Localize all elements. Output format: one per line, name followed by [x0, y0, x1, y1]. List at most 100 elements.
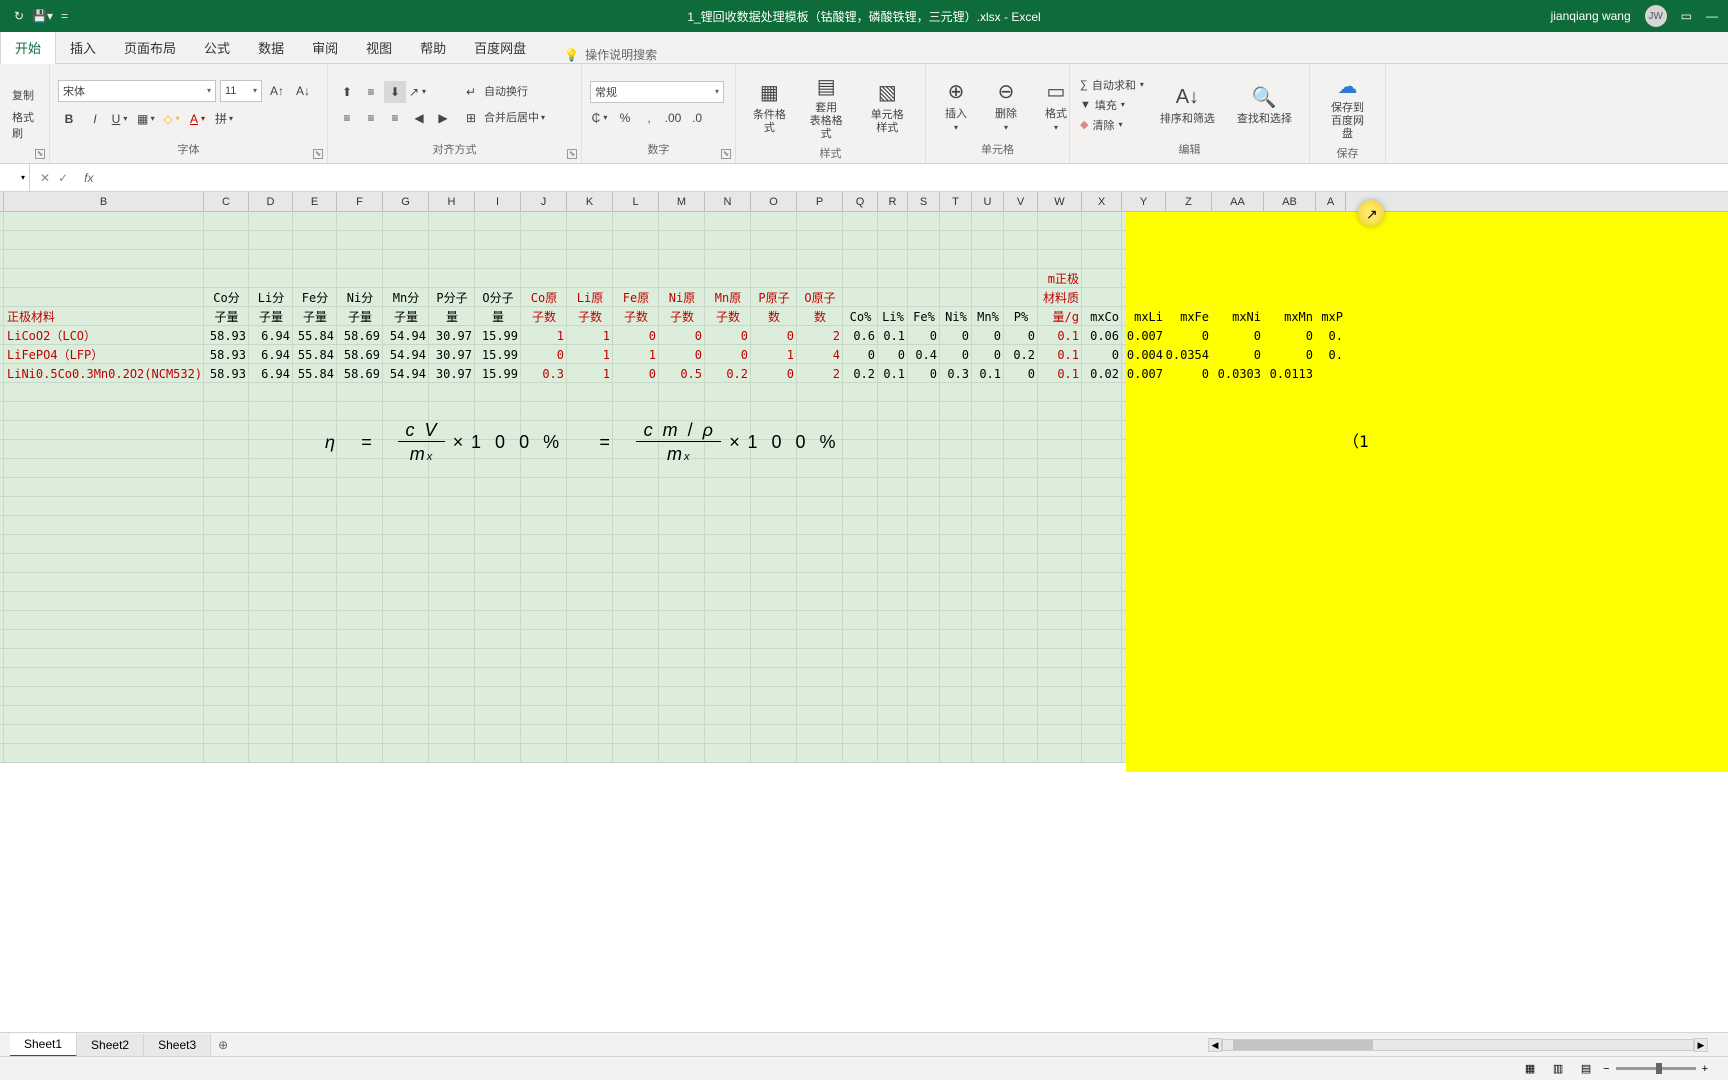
- cancel-formula-icon[interactable]: ✕: [40, 171, 50, 185]
- underline-button[interactable]: U▾: [110, 108, 132, 130]
- cell[interactable]: 54.94: [383, 326, 429, 345]
- tab-formulas[interactable]: 公式: [190, 32, 244, 63]
- cell[interactable]: O分子: [475, 288, 521, 307]
- font-name-select[interactable]: 宋体▾: [58, 80, 216, 102]
- cell[interactable]: Fe%: [908, 307, 940, 326]
- cell[interactable]: 30.97: [429, 326, 475, 345]
- cell[interactable]: 0.02: [1082, 364, 1122, 383]
- col-header-F[interactable]: F: [337, 192, 383, 211]
- avatar[interactable]: JW: [1645, 5, 1667, 27]
- cell[interactable]: 子量: [337, 307, 383, 326]
- decrease-decimal-icon[interactable]: .0: [686, 107, 708, 129]
- cell[interactable]: mxLi: [1122, 307, 1166, 326]
- table-format-button[interactable]: ▤套用 表格格式: [801, 68, 852, 145]
- increase-font-icon[interactable]: A↑: [266, 80, 288, 102]
- cell[interactable]: 0: [972, 345, 1004, 364]
- cell[interactable]: 0: [972, 326, 1004, 345]
- cell[interactable]: 0.1: [1038, 326, 1082, 345]
- align-launcher[interactable]: ⬊: [567, 149, 577, 159]
- cell[interactable]: 15.99: [475, 326, 521, 345]
- cell[interactable]: 0: [1166, 364, 1212, 383]
- currency-icon[interactable]: ₵▾: [590, 107, 612, 129]
- cell-styles-button[interactable]: ▧单元格样式: [858, 75, 917, 139]
- cell[interactable]: 0.1: [972, 364, 1004, 383]
- font-color-button[interactable]: A▾: [188, 108, 210, 130]
- sheet-tab-1[interactable]: Sheet1: [10, 1033, 77, 1057]
- cell[interactable]: 6.94: [249, 364, 293, 383]
- cell[interactable]: 量/g: [1038, 307, 1082, 326]
- clipboard-launcher[interactable]: ⬊: [35, 149, 45, 159]
- cell[interactable]: 58.93: [204, 364, 249, 383]
- cell[interactable]: 0: [878, 345, 908, 364]
- cell[interactable]: 0.: [1316, 345, 1346, 364]
- sheet-tab-3[interactable]: Sheet3: [144, 1034, 211, 1056]
- col-header-N[interactable]: N: [705, 192, 751, 211]
- cell[interactable]: 55.84: [293, 364, 337, 383]
- fill-color-button[interactable]: ◇▾: [162, 108, 184, 130]
- col-header-Y[interactable]: Y: [1122, 192, 1166, 211]
- tab-view[interactable]: 视图: [352, 32, 406, 63]
- fx-icon[interactable]: fx: [78, 171, 99, 185]
- delete-cells-button[interactable]: ⊖删除▾: [984, 74, 1028, 136]
- cell[interactable]: 0.1: [1038, 345, 1082, 364]
- col-header-K[interactable]: K: [567, 192, 613, 211]
- cell[interactable]: Co原: [521, 288, 567, 307]
- tab-home[interactable]: 开始: [0, 31, 56, 64]
- align-left-icon[interactable]: ≡: [336, 107, 358, 129]
- scroll-thumb[interactable]: [1233, 1040, 1373, 1050]
- number-launcher[interactable]: ⬊: [721, 149, 731, 159]
- cell[interactable]: Li%: [878, 307, 908, 326]
- cell[interactable]: Mn分: [383, 288, 429, 307]
- cell[interactable]: 0: [908, 326, 940, 345]
- cell[interactable]: Mn原: [705, 288, 751, 307]
- cell[interactable]: 0: [940, 345, 972, 364]
- cell[interactable]: 0.5: [659, 364, 705, 383]
- cell[interactable]: 0: [705, 345, 751, 364]
- cell[interactable]: 4: [797, 345, 843, 364]
- cell[interactable]: 1: [567, 345, 613, 364]
- cell[interactable]: 6.94: [249, 345, 293, 364]
- normal-view-icon[interactable]: ▦: [1519, 1060, 1541, 1078]
- col-header-V[interactable]: V: [1004, 192, 1038, 211]
- tab-help[interactable]: 帮助: [406, 32, 460, 63]
- cell[interactable]: mxNi: [1212, 307, 1264, 326]
- clear-button[interactable]: ◆清除▾: [1078, 116, 1146, 134]
- align-right-icon[interactable]: ≡: [384, 107, 406, 129]
- cell[interactable]: 0.007: [1122, 326, 1166, 345]
- tab-insert[interactable]: 插入: [56, 32, 110, 63]
- cell[interactable]: 子量: [204, 307, 249, 326]
- cell[interactable]: 15.99: [475, 364, 521, 383]
- col-header-I[interactable]: I: [475, 192, 521, 211]
- cell[interactable]: 子数: [521, 307, 567, 326]
- enter-formula-icon[interactable]: ✓: [58, 171, 68, 185]
- col-header-X[interactable]: X: [1082, 192, 1122, 211]
- col-header-D[interactable]: D: [249, 192, 293, 211]
- align-middle-icon[interactable]: ≡: [360, 81, 382, 103]
- cell[interactable]: 0.2: [1004, 345, 1038, 364]
- column-headers[interactable]: BCDEFGHIJKLMNOPQRSTUVWXYZAAABA: [0, 192, 1728, 212]
- cell[interactable]: Ni分: [337, 288, 383, 307]
- cell[interactable]: Fe原: [613, 288, 659, 307]
- cell[interactable]: Co%: [843, 307, 878, 326]
- cell[interactable]: 58.93: [204, 326, 249, 345]
- col-header-G[interactable]: G: [383, 192, 429, 211]
- col-header-M[interactable]: M: [659, 192, 705, 211]
- add-sheet-button[interactable]: ⊕: [211, 1038, 235, 1052]
- cell[interactable]: 子量: [383, 307, 429, 326]
- cell[interactable]: 0.2: [843, 364, 878, 383]
- cell[interactable]: 0: [659, 345, 705, 364]
- cell[interactable]: 58.93: [204, 345, 249, 364]
- cell[interactable]: 子数: [659, 307, 705, 326]
- comma-icon[interactable]: ,: [638, 107, 660, 129]
- cell[interactable]: 子数: [705, 307, 751, 326]
- cell[interactable]: 2: [797, 364, 843, 383]
- cell[interactable]: 2: [797, 326, 843, 345]
- col-header-Z[interactable]: Z: [1166, 192, 1212, 211]
- orientation-icon[interactable]: ↗▾: [408, 81, 430, 103]
- cell[interactable]: Li分: [249, 288, 293, 307]
- col-header-L[interactable]: L: [613, 192, 659, 211]
- cell[interactable]: 0: [940, 326, 972, 345]
- find-select-button[interactable]: 🔍查找和选择: [1229, 79, 1300, 130]
- cell[interactable]: 子量: [249, 307, 293, 326]
- cell[interactable]: 0: [1264, 345, 1316, 364]
